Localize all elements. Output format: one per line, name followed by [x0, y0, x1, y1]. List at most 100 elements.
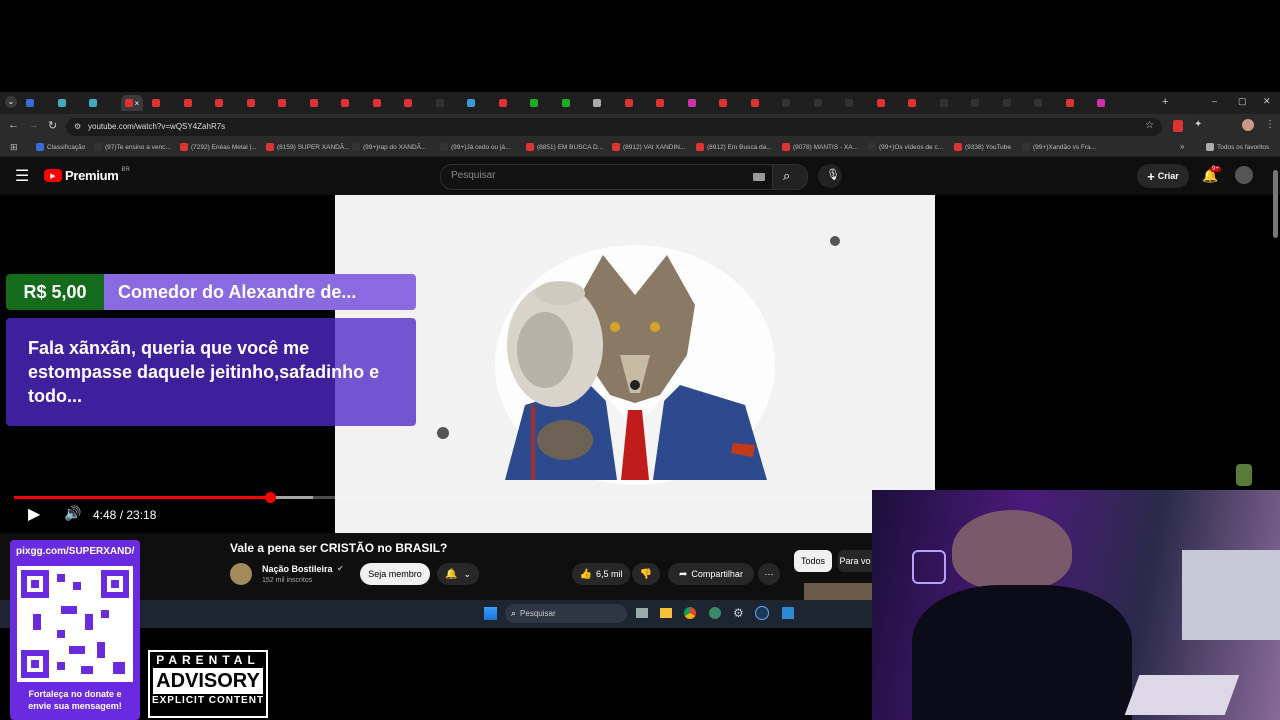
browser-tab[interactable]	[404, 95, 412, 111]
share-button[interactable]: ➦ Compartilhar	[668, 563, 754, 585]
search-button[interactable]: ⌕	[772, 164, 808, 190]
apps-icon[interactable]: ⊞	[10, 142, 18, 153]
forward-icon[interactable]: →	[28, 119, 39, 131]
chip-all[interactable]: Todos	[794, 550, 832, 572]
dislike-button[interactable]: 👎	[632, 563, 660, 585]
taskbar-search[interactable]: ⌕ Pesquisar	[505, 604, 627, 623]
browser-tab[interactable]	[782, 95, 790, 111]
like-button[interactable]: 👍 6,5 mil	[572, 563, 630, 585]
chrome-icon[interactable]	[684, 607, 696, 619]
browser-tab[interactable]	[372, 95, 381, 111]
bookmark-item[interactable]: Classificação	[36, 143, 85, 151]
all-bookmarks[interactable]: Todos os favoritos	[1206, 143, 1269, 151]
bookmark-item[interactable]: (9078) MANTIS - XA...	[782, 143, 858, 151]
back-icon[interactable]: ←	[8, 119, 19, 131]
more-actions-button[interactable]: ⋯	[758, 563, 780, 585]
browser-tab[interactable]	[309, 95, 318, 111]
reload-icon[interactable]: ↻	[48, 119, 57, 132]
bookmark-item[interactable]: (99+)Xandão vs Fra...	[1022, 143, 1096, 151]
page-scrollbar[interactable]	[1273, 170, 1278, 238]
bookmark-item[interactable]: (99+)rap do XANDÃ...	[352, 143, 426, 151]
site-info-icon[interactable]: ⚙	[74, 122, 81, 131]
browser-tab[interactable]	[845, 95, 853, 111]
browser-tab[interactable]	[467, 95, 475, 111]
browser-tab[interactable]	[57, 95, 66, 111]
browser-tab[interactable]	[498, 95, 507, 111]
browser-tab[interactable]	[278, 95, 286, 111]
create-button[interactable]: + Criar	[1137, 164, 1189, 188]
more-bookmarks-icon[interactable]: »	[1180, 142, 1184, 151]
browser-tab[interactable]	[89, 95, 97, 111]
bookmark-item[interactable]: (99+)Já cedo ou já...	[440, 143, 510, 151]
close-window-icon[interactable]: ✕	[1263, 96, 1271, 107]
bookmark-item[interactable]: (8159) SUPER XANDÃ...	[266, 143, 350, 151]
browser-tab[interactable]	[656, 95, 664, 111]
browser-tab[interactable]	[813, 95, 822, 111]
browser-tab[interactable]	[183, 95, 192, 111]
browser-tab[interactable]	[1002, 95, 1011, 111]
chip-for-you[interactable]: Para vo	[838, 550, 872, 572]
profile-avatar[interactable]	[1242, 119, 1254, 131]
recommended-thumbnail[interactable]	[804, 583, 872, 601]
browser-tab[interactable]	[435, 95, 444, 111]
task-view-icon[interactable]	[636, 608, 648, 618]
browser-tab[interactable]	[750, 95, 759, 111]
volume-icon[interactable]: 🔊	[64, 505, 81, 522]
windows-start-icon[interactable]	[484, 607, 497, 620]
bookmark-item[interactable]: (8851) EM BUSCA D...	[526, 143, 603, 151]
browser-tab[interactable]	[530, 95, 538, 111]
new-tab-icon[interactable]: +	[1162, 96, 1168, 108]
browser-tab[interactable]	[971, 95, 979, 111]
puzzle-icon[interactable]: ✦	[1194, 119, 1202, 130]
browser-tab[interactable]	[719, 95, 727, 111]
youtube-logo[interactable]: ▶ Premium BR	[44, 167, 130, 183]
subscribed-bell-button[interactable]: 🔔 ⌄	[437, 563, 479, 585]
tab-close-icon[interactable]: ×	[135, 99, 140, 108]
browser-tab[interactable]	[908, 95, 916, 111]
account-avatar[interactable]	[1235, 166, 1253, 184]
join-button[interactable]: Seja membro	[360, 563, 430, 585]
progress-scrubber[interactable]	[265, 492, 277, 503]
bookmark-star-icon[interactable]: ☆	[1145, 120, 1154, 131]
file-explorer-icon[interactable]	[660, 608, 672, 618]
voice-search-button[interactable]: 🎙	[818, 164, 842, 188]
browser-tab[interactable]	[939, 95, 948, 111]
bookmark-item[interactable]: (8912) VAI XANDIN...	[612, 143, 685, 151]
browser-tab[interactable]	[152, 95, 160, 111]
bookmark-item[interactable]: (97)Te ensino a venc...	[94, 143, 171, 151]
bookmark-item[interactable]: (99+)Os vídeos de c...	[868, 143, 943, 151]
bookmark-item[interactable]: (9338) YouTube	[954, 143, 1011, 151]
browser-tab[interactable]	[1065, 95, 1074, 111]
steam-icon[interactable]	[755, 606, 769, 620]
app-icon[interactable]	[709, 607, 721, 619]
maximize-icon[interactable]: ▢	[1238, 96, 1247, 107]
hamburger-menu-icon[interactable]: ☰	[15, 166, 29, 186]
browser-tab[interactable]	[876, 95, 885, 111]
browser-tab[interactable]	[593, 95, 601, 111]
browser-tab[interactable]	[215, 95, 223, 111]
store-icon[interactable]	[782, 607, 794, 619]
play-icon[interactable]: ▶	[28, 504, 40, 524]
browser-tab[interactable]	[246, 95, 255, 111]
channel-name[interactable]: Nação Bostileira	[262, 564, 333, 574]
tab-search-icon[interactable]: ⌄	[5, 96, 17, 108]
browser-tab[interactable]: ×	[120, 95, 144, 111]
menu-icon[interactable]: ⋮	[1265, 119, 1275, 130]
browser-tab[interactable]	[26, 95, 34, 111]
channel-avatar[interactable]	[230, 563, 252, 585]
browser-tab[interactable]	[1097, 95, 1105, 111]
browser-tab[interactable]	[624, 95, 633, 111]
donation-qr-panel: pixgg.com/SUPERXAND/ Fortaleça no donate…	[10, 540, 140, 720]
settings-icon[interactable]: ⚙	[733, 606, 744, 620]
browser-tab[interactable]	[1034, 95, 1042, 111]
keyboard-icon[interactable]	[753, 173, 765, 181]
bookmark-item[interactable]: (8912) Em Busca da...	[696, 143, 772, 151]
browser-tab[interactable]	[341, 95, 349, 111]
extension-icon[interactable]	[1173, 120, 1183, 132]
browser-tab[interactable]	[687, 95, 696, 111]
address-bar[interactable]: ⚙ youtube.com/watch?v=wQSY4ZahR7s ☆	[66, 118, 1162, 136]
minimize-icon[interactable]: –	[1212, 96, 1217, 106]
search-box[interactable]: Pesquisar	[440, 164, 774, 190]
browser-tab[interactable]	[561, 95, 570, 111]
bookmark-item[interactable]: (7292) Enéas Metal |...	[180, 143, 257, 151]
